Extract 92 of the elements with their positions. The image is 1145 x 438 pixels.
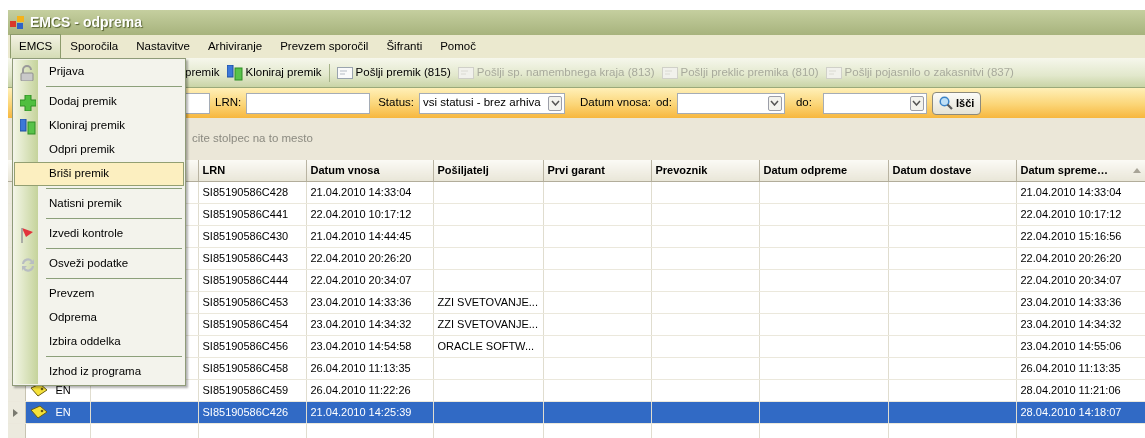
- document-icon: [457, 66, 474, 79]
- column-header[interactable]: Datum spreme…: [1016, 160, 1145, 181]
- table-cell: SI85190586C454: [198, 313, 306, 335]
- column-header[interactable]: Datum vnosa: [306, 160, 433, 181]
- table-cell: SI85190586C444: [198, 269, 306, 291]
- toolbar-button[interactable]: Pošlji premik (815): [336, 63, 451, 82]
- clone-icon: [20, 119, 36, 135]
- table-cell: 23.04.2010 14:33:36: [306, 291, 433, 313]
- column-header[interactable]: Datum odpreme: [759, 160, 888, 181]
- field-label: Status:: [378, 95, 414, 111]
- table-cell: 23.04.2010 14:54:58: [306, 335, 433, 357]
- table-cell: 22.04.2010 20:34:07: [1016, 269, 1145, 291]
- menu-item[interactable]: Kloniraj premik: [14, 114, 184, 138]
- menu-item[interactable]: Arhiviranje: [198, 33, 272, 60]
- table-cell: 22.04.2010 15:16:56: [1016, 225, 1145, 247]
- table-cell: SI85190586C428: [198, 181, 306, 203]
- table-cell: 21.04.2010 14:44:45: [306, 225, 433, 247]
- table-cell: SI85190586C453: [198, 291, 306, 313]
- column-header[interactable]: Prevoznik: [651, 160, 759, 181]
- search-button[interactable]: Išči: [931, 91, 982, 115]
- plus-icon: [20, 95, 36, 111]
- table-cell-text: EN: [55, 404, 71, 420]
- table-cell: SI85190586C459: [198, 379, 306, 401]
- menu-item[interactable]: Osveži podatke: [14, 252, 184, 276]
- menu-item[interactable]: Izhod iz programa: [14, 360, 184, 384]
- menu-item[interactable]: Briši premik: [14, 162, 184, 186]
- group-hint: cite stolpec na to mesto: [192, 131, 313, 147]
- field-label: Datum vnosa:: [580, 95, 651, 111]
- table-cell: 22.04.2010 10:17:12: [1016, 203, 1145, 225]
- table-cell: 22.04.2010 20:34:07: [306, 269, 433, 291]
- tag-icon: [29, 405, 48, 419]
- table-cell: 21.04.2010 14:33:04: [306, 181, 433, 203]
- table-cell: 23.04.2010 14:55:06: [1016, 335, 1145, 357]
- clone-icon: [226, 64, 243, 81]
- date-field[interactable]: [676, 92, 785, 114]
- menu-item[interactable]: EMCS: [10, 33, 62, 60]
- app-icon: [10, 15, 26, 30]
- menu-item[interactable]: Šifranti: [377, 33, 432, 60]
- table-cell: ZZI SVETOVANJE...: [433, 291, 543, 313]
- menu-item[interactable]: Prevzem: [14, 282, 184, 306]
- table-cell: 22.04.2010 20:26:20: [1016, 247, 1145, 269]
- table-cell: 22.04.2010 20:26:20: [306, 247, 433, 269]
- table-cell: ZZI SVETOVANJE...: [433, 313, 543, 335]
- table-cell-text: EN: [55, 382, 71, 398]
- field-label: do:: [795, 95, 812, 111]
- table-cell: 23.04.2010 14:34:32: [306, 313, 433, 335]
- search-icon: [938, 96, 953, 110]
- status-dropdown[interactable]: vsi statusi - brez arhiva: [419, 92, 565, 114]
- table-cell: ORACLE SOFTW...: [433, 335, 543, 357]
- padlock-icon: [20, 65, 34, 81]
- refresh-icon: [20, 257, 36, 273]
- field-label: LRN:: [215, 95, 242, 111]
- table-cell: SI85190586C458: [198, 357, 306, 379]
- table-cell: 22.04.2010 10:17:12: [306, 203, 433, 225]
- menu-item[interactable]: Odprema: [14, 306, 184, 330]
- table-cell: 23.04.2010 14:34:32: [1016, 313, 1145, 335]
- tag-icon: [29, 383, 48, 397]
- table-cell: SI85190586C441: [198, 203, 306, 225]
- toolbar-button[interactable]: premik: [185, 63, 220, 82]
- document-icon: [825, 66, 842, 79]
- row-pointer-icon: [13, 408, 19, 417]
- table-cell: SI85190586C456: [198, 335, 306, 357]
- menu-item[interactable]: Odpri premik: [14, 138, 184, 162]
- window-title: EMCS - odprema: [30, 13, 142, 32]
- flag-icon: [20, 227, 34, 243]
- column-header[interactable]: Datum dostave: [888, 160, 1016, 181]
- table-cell: SI85190586C430: [198, 225, 306, 247]
- document-icon: [661, 66, 678, 79]
- date-field[interactable]: [822, 92, 927, 114]
- field-label: od:: [655, 95, 672, 111]
- table-cell: 28.04.2010 11:21:06: [1016, 379, 1145, 401]
- menu-item[interactable]: Izvedi kontrole: [14, 222, 184, 246]
- menu-item[interactable]: Natisni premik: [14, 192, 184, 216]
- table-cell: 26.04.2010 11:13:35: [1016, 357, 1145, 379]
- column-header[interactable]: Prvi garant: [543, 160, 651, 181]
- toolbar-button[interactable]: Kloniraj premik: [226, 63, 322, 82]
- menu-item[interactable]: Pomoč: [431, 33, 485, 60]
- table-cell: SI85190586C443: [198, 247, 306, 269]
- column-header[interactable]: Pošiljatelj: [433, 160, 543, 181]
- column-header[interactable]: LRN: [198, 160, 306, 181]
- menu-item[interactable]: Sporočila: [61, 33, 128, 60]
- table-cell: 21.04.2010 14:33:04: [1016, 181, 1145, 203]
- input-field[interactable]: [246, 92, 371, 114]
- table-cell: 23.04.2010 14:33:36: [1016, 291, 1145, 313]
- table-cell: 26.04.2010 11:13:35: [306, 357, 433, 379]
- menu-item[interactable]: Izbira oddelka: [14, 330, 184, 354]
- menu-item[interactable]: Prijava: [14, 60, 184, 84]
- table-cell: 26.04.2010 11:22:26: [306, 379, 433, 401]
- menu-item[interactable]: Dodaj premik: [14, 90, 184, 114]
- menu-item[interactable]: Nastavitve: [127, 33, 199, 60]
- menu-item[interactable]: Prevzem sporočil: [271, 33, 378, 60]
- document-icon: [336, 66, 353, 79]
